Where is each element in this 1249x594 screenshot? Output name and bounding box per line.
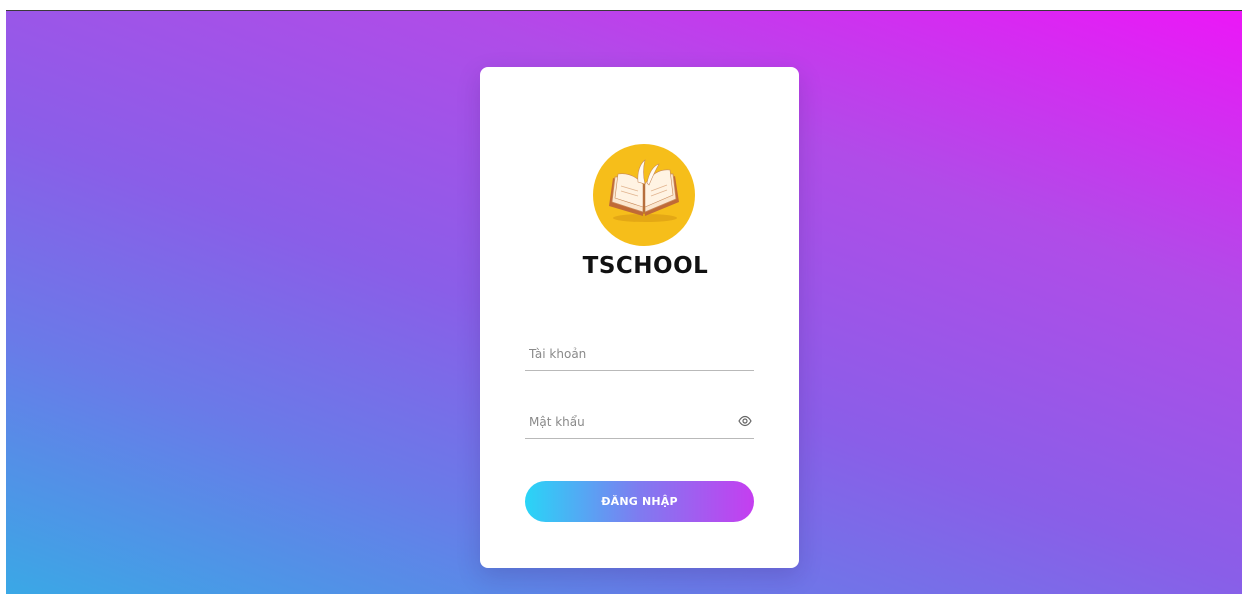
username-input[interactable] (529, 344, 729, 364)
logo (593, 144, 695, 246)
password-field (525, 408, 754, 439)
eye-icon[interactable] (738, 415, 752, 427)
brand-name: TSCHOOL (582, 253, 709, 279)
password-input[interactable] (529, 412, 729, 432)
login-card: TSCHOOL ĐĂNG NHẬP (480, 67, 799, 568)
username-field (525, 340, 754, 371)
open-book-icon (609, 159, 679, 222)
login-button[interactable]: ĐĂNG NHẬP (525, 481, 754, 522)
login-background: TSCHOOL ĐĂNG NHẬP (6, 10, 1242, 594)
